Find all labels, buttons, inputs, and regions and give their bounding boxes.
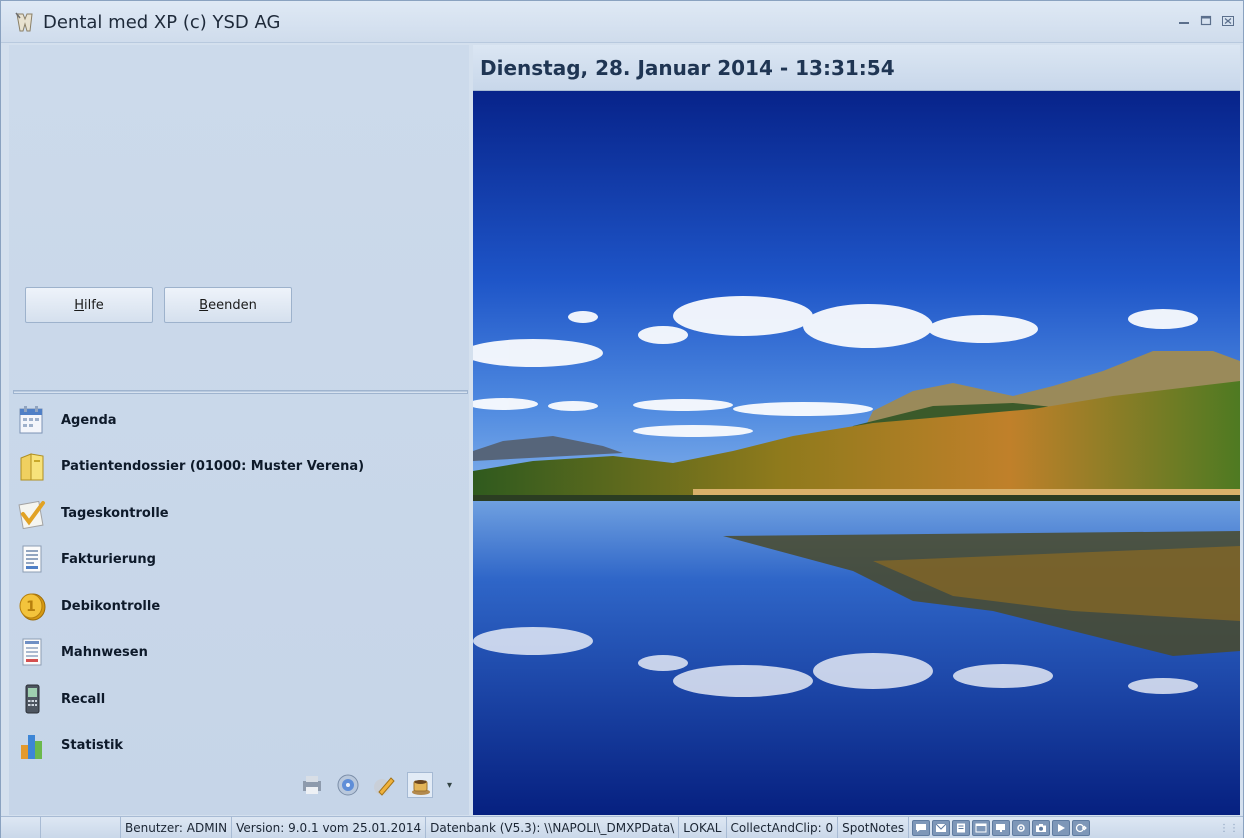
phone-icon xyxy=(17,683,47,715)
disc-icon[interactable] xyxy=(335,772,361,798)
nav-label-mahnwesen: Mahnwesen xyxy=(61,644,148,660)
status-spacer-2 xyxy=(41,817,121,838)
camera-icon[interactable] xyxy=(1032,820,1051,836)
shortcut-toolbar: ▾ xyxy=(299,772,452,798)
nav-label-tageskontrolle: Tageskontrolle xyxy=(61,505,169,521)
toolbar-overflow-caret-icon[interactable]: ▾ xyxy=(447,780,452,791)
nav-item-tageskontrolle[interactable]: Tageskontrolle xyxy=(9,493,449,533)
status-spotnotes[interactable]: SpotNotes xyxy=(838,817,910,838)
quit-button-label: eenden xyxy=(208,297,257,313)
date-header: Dienstag, 28. Januar 2014 - 13:31:54 xyxy=(473,45,1240,91)
minimize-icon[interactable] xyxy=(1177,15,1191,27)
main-panel: Dienstag, 28. Januar 2014 - 13:31:54 xyxy=(473,45,1240,815)
chat-icon[interactable] xyxy=(912,820,931,836)
nav-label-recall: Recall xyxy=(61,691,106,707)
landscape-wallpaper xyxy=(473,91,1240,815)
logout-icon[interactable] xyxy=(1072,820,1091,836)
app-window: Dental med XP (c) YSD AG Hilfe Beenden A… xyxy=(0,0,1244,838)
svg-text:1: 1 xyxy=(26,599,36,615)
tooth-app-icon xyxy=(13,11,37,35)
invoice-icon xyxy=(17,543,47,575)
nav-item-agenda[interactable]: Agenda xyxy=(9,400,449,440)
coin-icon: 1 xyxy=(17,590,47,622)
nav-item-fakturierung[interactable]: Fakturierung xyxy=(9,539,449,579)
nav-label-debikontrolle: Debikontrolle xyxy=(61,598,161,614)
help-button-mnemonic: H xyxy=(74,297,84,313)
note-icon[interactable] xyxy=(952,820,971,836)
nav-label-agenda: Agenda xyxy=(61,412,117,428)
folder-icon xyxy=(17,450,47,482)
nav-label-fakturierung: Fakturierung xyxy=(61,551,156,567)
screen-icon[interactable] xyxy=(992,820,1011,836)
status-user: Benutzer: ADMIN xyxy=(121,817,233,838)
nav-item-debikontrolle[interactable]: 1 Debikontrolle xyxy=(9,586,449,626)
mail-icon[interactable] xyxy=(932,820,951,836)
status-collect-and-clip[interactable]: CollectAndClip: 0 xyxy=(727,817,839,838)
status-version: Version: 9.0.1 vom 25.01.2014 xyxy=(232,817,427,838)
left-panel: Hilfe Beenden Agenda Patientendossier (0… xyxy=(9,45,469,815)
close-icon[interactable] xyxy=(1221,15,1235,27)
current-datetime: Dienstag, 28. Januar 2014 - 13:31:54 xyxy=(480,56,895,80)
maximize-icon[interactable] xyxy=(1199,15,1213,27)
status-bar: Benutzer: ADMIN Version: 9.0.1 vom 25.01… xyxy=(1,816,1243,838)
bar-chart-icon xyxy=(17,729,47,761)
nav-item-patientendossier[interactable]: Patientendossier (01000: Muster Verena) xyxy=(9,446,449,486)
calendar-icon xyxy=(17,404,47,436)
nav-item-mahnwesen[interactable]: Mahnwesen xyxy=(9,632,449,672)
window-icon[interactable] xyxy=(972,820,991,836)
play-icon[interactable] xyxy=(1052,820,1071,836)
printer-icon[interactable] xyxy=(299,772,325,798)
window-controls xyxy=(1177,15,1235,27)
resize-grip-icon[interactable]: ⋮⋮ xyxy=(1219,823,1243,834)
status-database: Datenbank (V5.3): \\NAPOLI\_DMXPData\ xyxy=(426,817,680,838)
nav-item-statistik[interactable]: Statistik xyxy=(9,725,449,765)
help-button[interactable]: Hilfe xyxy=(25,287,153,323)
nav-item-recall[interactable]: Recall xyxy=(9,679,449,719)
settings-icon[interactable] xyxy=(1012,820,1031,836)
status-spacer xyxy=(1,817,41,838)
panel-divider[interactable] xyxy=(13,390,468,394)
quit-button[interactable]: Beenden xyxy=(164,287,292,323)
quit-button-mnemonic: B xyxy=(199,297,209,313)
checkmark-icon xyxy=(17,497,47,530)
coffee-cup-icon[interactable] xyxy=(407,772,433,798)
title-bar: Dental med XP (c) YSD AG xyxy=(1,1,1243,43)
status-icon-tray xyxy=(909,817,1093,838)
status-mode: LOKAL xyxy=(679,817,727,838)
nav-label-patientendossier: Patientendossier (01000: Muster Verena) xyxy=(61,458,365,474)
help-button-label: ilfe xyxy=(83,297,104,313)
nav-label-statistik: Statistik xyxy=(61,737,124,753)
window-title: Dental med XP (c) YSD AG xyxy=(43,12,281,33)
edit-pencil-icon[interactable] xyxy=(371,772,397,798)
document-list-icon xyxy=(17,636,47,668)
